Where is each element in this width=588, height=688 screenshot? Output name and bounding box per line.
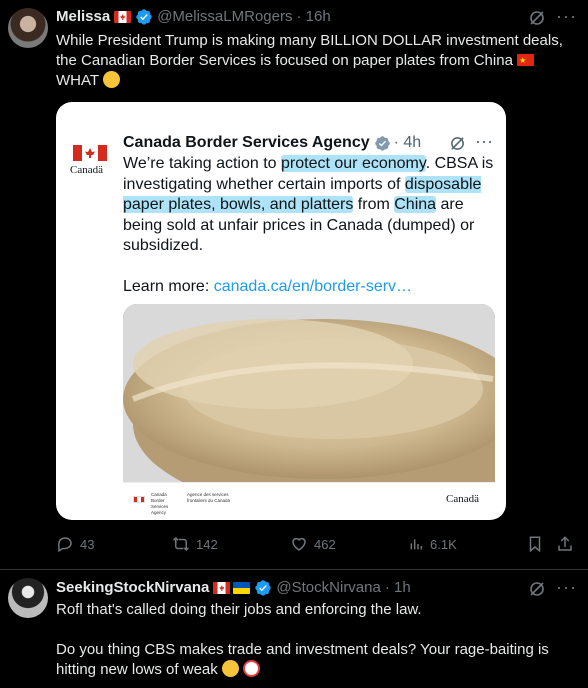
views-bar-chart-icon: [410, 539, 423, 550]
reply-icon: [57, 537, 72, 553]
exploding-head-emoji-icon: [102, 71, 120, 88]
quoted-post-card[interactable]: Canadä Canada Border Services Agency · 4…: [56, 102, 506, 520]
avatar[interactable]: [8, 8, 48, 48]
action-bar: 43 142 462 6.1K: [0, 533, 588, 557]
timestamp[interactable]: · 1h: [385, 578, 411, 598]
canada-flag-icon: [213, 582, 231, 594]
reply-button[interactable]: 43: [56, 535, 94, 553]
canada-flag-icon: [114, 11, 132, 23]
tweet-text-line: WHAT: [56, 72, 99, 89]
quoted-author-name[interactable]: Canada Border Services Agency: [123, 134, 370, 152]
more-icon[interactable]: ···: [556, 6, 577, 27]
timestamp[interactable]: · 16h: [296, 7, 330, 27]
paper-plates-photo[interactable]: [123, 304, 495, 482]
agency-name-fr: Agence des services frontaliers du Canad…: [187, 492, 231, 503]
tweet-melissa[interactable]: Melissa @MelissaLMRogers · 16h ··· While…: [0, 0, 588, 570]
rofl-emoji-icon: [221, 660, 239, 677]
quoted-text-segment: We’re taking action to: [123, 155, 282, 172]
share-icon[interactable]: [556, 535, 574, 553]
quoted-text-segment: from: [353, 196, 395, 213]
grok-icon[interactable]: [449, 135, 466, 152]
verified-badge-icon: [136, 9, 152, 25]
heart-icon: [292, 537, 306, 551]
tweet-text-line: Rofl that's called doing their jobs and …: [56, 601, 422, 618]
tweet-text-line: hitting new lows of weak: [56, 661, 218, 678]
view-count: 6.1K: [430, 536, 457, 552]
repost-icon: [172, 536, 190, 552]
photo-footer: Canada Border Services Agency Agence des…: [123, 482, 495, 516]
canada-wordmark: Canadä: [70, 164, 103, 176]
grok-icon[interactable]: [528, 580, 546, 598]
tweet-text-line: the Canadian Border Services is focused …: [56, 52, 513, 69]
learn-more-link[interactable]: canada.ca/en/border-serv…: [214, 278, 412, 295]
repost-button[interactable]: 142: [172, 535, 218, 553]
tweet-text-line: While President Trump is making many BIL…: [56, 32, 563, 49]
avatar[interactable]: [8, 578, 48, 618]
grok-icon[interactable]: [528, 9, 546, 27]
author-name[interactable]: SeekingStockNirvana: [56, 578, 209, 598]
like-button[interactable]: 462: [290, 535, 336, 553]
highlighted-text: protect our economy: [281, 155, 426, 172]
author-handle[interactable]: @StockNirvana: [276, 578, 380, 598]
paper-plates-illustration: [123, 304, 495, 482]
highlighted-text: China: [394, 196, 437, 213]
quoted-post-text: We’re taking action to protect our econo…: [123, 154, 495, 257]
like-count: 462: [314, 536, 336, 552]
canada-logo-icon: [73, 145, 107, 161]
verified-badge-icon: [255, 580, 272, 596]
china-flag-icon: [517, 51, 535, 71]
ukraine-flag-icon: [233, 582, 251, 594]
views-button[interactable]: 6.1K: [408, 535, 457, 553]
author-handle[interactable]: @MelissaLMRogers: [157, 7, 292, 27]
canada-wordmark: Canadä: [446, 493, 479, 505]
learn-more-label: Learn more:: [123, 278, 214, 295]
clown-emoji-icon: [243, 660, 261, 677]
agency-name-en: Canada Border Services Agency: [151, 492, 169, 515]
quoted-timestamp[interactable]: · 4h: [394, 134, 422, 152]
author-name[interactable]: Melissa: [56, 7, 110, 27]
canada-flag-icon: [133, 496, 145, 503]
reply-count: 43: [80, 536, 95, 552]
verified-gray-badge-icon: [374, 135, 390, 151]
repost-count: 142: [196, 536, 218, 552]
tweet-text-line: Do you thing CBS makes trade and investm…: [56, 641, 549, 658]
reply-tweet[interactable]: SeekingStockNirvana @StockNirvana · 1h ·…: [0, 570, 588, 688]
bookmark-icon[interactable]: [526, 535, 544, 553]
more-icon[interactable]: ···: [475, 131, 493, 152]
more-icon[interactable]: ···: [556, 577, 577, 598]
